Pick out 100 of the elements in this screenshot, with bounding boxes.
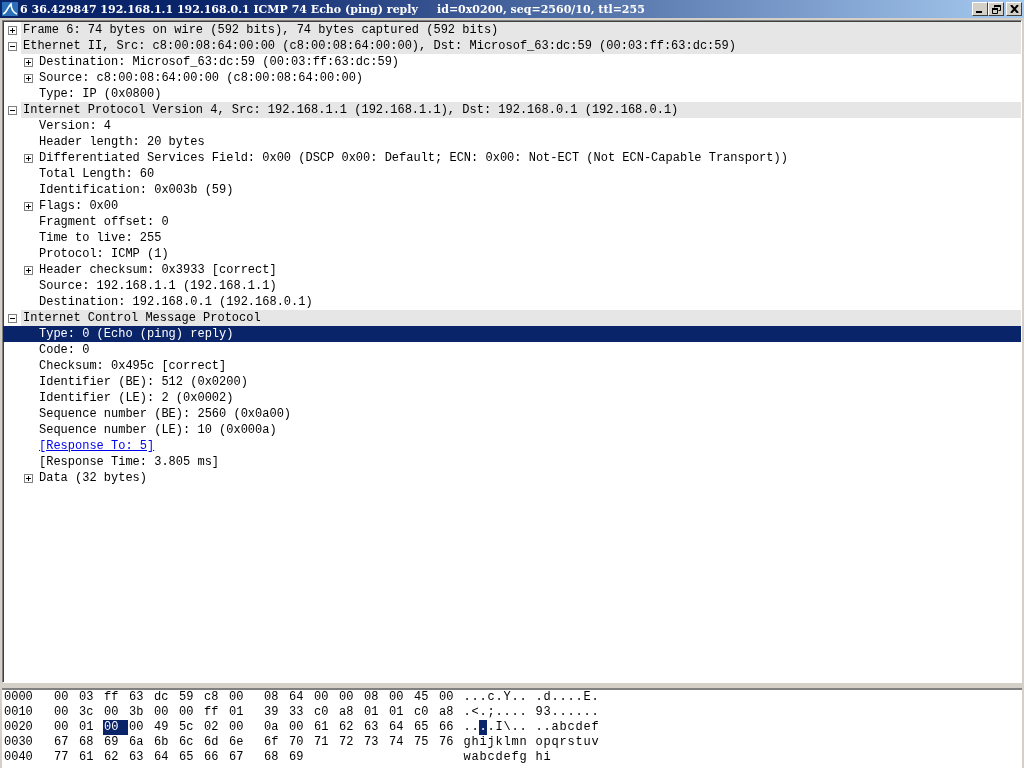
hex-byte[interactable]: 01 bbox=[228, 705, 253, 720]
ascii-char[interactable]: a bbox=[551, 720, 559, 735]
ascii-char[interactable]: b bbox=[559, 720, 567, 735]
hex-byte[interactable]: 64 bbox=[153, 750, 178, 765]
expand-icon[interactable] bbox=[23, 153, 33, 163]
hex-byte[interactable]: 00 bbox=[228, 690, 253, 705]
collapse-icon[interactable] bbox=[7, 313, 17, 323]
hex-byte[interactable]: 03 bbox=[78, 690, 103, 705]
tree-row[interactable]: Source: c8:00:08:64:00:00 (c8:00:08:64:00:00) bbox=[3, 70, 1021, 86]
ascii-char[interactable]: h bbox=[471, 735, 479, 750]
tree-row[interactable]: Total Length: 60 bbox=[3, 166, 1021, 182]
tree-row[interactable]: Differentiated Services Field: 0x00 (DSCP 0x00: Default; ECN: 0x00: Not-ECT (Not ECN-Capable Transport)) bbox=[3, 150, 1021, 166]
hex-byte[interactable]: 69 bbox=[103, 735, 128, 750]
hex-byte[interactable]: 00 bbox=[103, 705, 128, 720]
ascii-char[interactable]: \ bbox=[503, 720, 511, 735]
hex-byte[interactable]: 67 bbox=[53, 735, 78, 750]
ascii-char[interactable]: i bbox=[479, 735, 487, 750]
ascii-char[interactable]: . bbox=[495, 705, 503, 720]
hex-byte[interactable]: 63 bbox=[128, 690, 153, 705]
ascii-char[interactable]: . bbox=[535, 690, 543, 705]
ascii-char[interactable]: v bbox=[591, 735, 599, 750]
expand-icon[interactable] bbox=[23, 201, 33, 211]
hex-byte[interactable]: 01 bbox=[388, 705, 413, 720]
tree-row[interactable]: Source: 192.168.1.1 (192.168.1.1) bbox=[3, 278, 1021, 294]
ascii-char[interactable]: . bbox=[479, 720, 487, 735]
hex-byte[interactable]: 61 bbox=[78, 750, 103, 765]
ascii-char[interactable]: ; bbox=[487, 705, 495, 720]
ascii-char[interactable]: . bbox=[543, 720, 551, 735]
hex-byte[interactable]: 6a bbox=[128, 735, 153, 750]
ascii-char[interactable]: m bbox=[511, 735, 519, 750]
ascii-char[interactable]: . bbox=[479, 690, 487, 705]
ascii-char[interactable]: . bbox=[567, 705, 575, 720]
ascii-char[interactable]: . bbox=[575, 705, 583, 720]
ascii-char[interactable]: < bbox=[471, 705, 479, 720]
hex-byte[interactable]: 00 bbox=[178, 705, 203, 720]
tree-row[interactable]: Flags: 0x00 bbox=[3, 198, 1021, 214]
hex-byte[interactable]: 00 bbox=[153, 705, 178, 720]
hex-byte[interactable]: 66 bbox=[203, 750, 228, 765]
ascii-char[interactable]: q bbox=[551, 735, 559, 750]
hex-byte[interactable]: 63 bbox=[363, 720, 388, 735]
tree-row[interactable]: Type: IP (0x0800) bbox=[3, 86, 1021, 102]
ascii-char[interactable]: . bbox=[503, 705, 511, 720]
ascii-char[interactable]: . bbox=[471, 690, 479, 705]
hex-byte[interactable]: 00 bbox=[438, 690, 463, 705]
tree-row[interactable]: Checksum: 0x495c [correct] bbox=[3, 358, 1021, 374]
ascii-char[interactable]: t bbox=[575, 735, 583, 750]
hex-byte[interactable]: 0a bbox=[263, 720, 288, 735]
ascii-char[interactable]: . bbox=[471, 720, 479, 735]
ascii-char[interactable]: . bbox=[463, 705, 471, 720]
hex-byte[interactable]: 6f bbox=[263, 735, 288, 750]
ascii-char[interactable]: . bbox=[551, 690, 559, 705]
hex-byte[interactable]: 64 bbox=[288, 690, 313, 705]
hex-byte[interactable]: 70 bbox=[288, 735, 313, 750]
tree-row[interactable]: [Response Time: 3.805 ms] bbox=[3, 454, 1021, 470]
ascii-char[interactable]: d bbox=[575, 720, 583, 735]
hex-byte[interactable]: 68 bbox=[263, 750, 288, 765]
hex-byte[interactable]: a8 bbox=[338, 705, 363, 720]
hex-byte[interactable]: 00 bbox=[388, 690, 413, 705]
ascii-char[interactable]: . bbox=[519, 690, 527, 705]
ascii-char[interactable]: . bbox=[591, 705, 599, 720]
expand-icon[interactable] bbox=[7, 25, 17, 35]
expand-icon[interactable] bbox=[23, 473, 33, 483]
ascii-char[interactable]: g bbox=[519, 750, 527, 765]
tree-row[interactable]: Identifier (LE): 2 (0x0002) bbox=[3, 390, 1021, 406]
hex-byte[interactable]: 68 bbox=[78, 735, 103, 750]
hex-byte[interactable]: 3c bbox=[78, 705, 103, 720]
hex-byte[interactable]: 08 bbox=[263, 690, 288, 705]
collapse-icon[interactable] bbox=[7, 105, 17, 115]
tree-row[interactable]: Code: 0 bbox=[3, 342, 1021, 358]
hex-byte[interactable]: dc bbox=[153, 690, 178, 705]
hex-byte[interactable]: 71 bbox=[313, 735, 338, 750]
ascii-char[interactable]: . bbox=[487, 720, 495, 735]
tree-row[interactable]: Time to live: 255 bbox=[3, 230, 1021, 246]
ascii-char[interactable]: . bbox=[567, 690, 575, 705]
ascii-char[interactable]: . bbox=[575, 690, 583, 705]
ascii-char[interactable]: . bbox=[559, 705, 567, 720]
tree-row[interactable]: Fragment offset: 0 bbox=[3, 214, 1021, 230]
hex-byte[interactable]: 6c bbox=[178, 735, 203, 750]
expand-icon[interactable] bbox=[23, 57, 33, 67]
hex-byte[interactable]: 00 bbox=[288, 720, 313, 735]
hex-byte[interactable]: 74 bbox=[388, 735, 413, 750]
ascii-char[interactable]: c bbox=[487, 750, 495, 765]
hex-byte[interactable]: 6b bbox=[153, 735, 178, 750]
ascii-char[interactable]: n bbox=[519, 735, 527, 750]
ascii-char[interactable]: o bbox=[535, 735, 543, 750]
ascii-char[interactable]: . bbox=[511, 690, 519, 705]
ascii-char[interactable]: . bbox=[551, 705, 559, 720]
hex-byte[interactable]: 00 bbox=[103, 720, 128, 735]
ascii-char[interactable]: . bbox=[463, 690, 471, 705]
hex-byte[interactable]: 62 bbox=[338, 720, 363, 735]
ascii-char[interactable]: d bbox=[543, 690, 551, 705]
hex-byte[interactable]: 77 bbox=[53, 750, 78, 765]
ascii-char[interactable]: p bbox=[543, 735, 551, 750]
hex-byte[interactable]: 62 bbox=[103, 750, 128, 765]
hex-byte[interactable]: 00 bbox=[53, 720, 78, 735]
ascii-char[interactable]: Y bbox=[503, 690, 511, 705]
tree-row[interactable]: Sequence number (LE): 10 (0x000a) bbox=[3, 422, 1021, 438]
tree-row[interactable]: [Response To: 5] bbox=[3, 438, 1021, 454]
ascii-char[interactable]: c bbox=[487, 690, 495, 705]
ascii-char[interactable]: i bbox=[543, 750, 551, 765]
